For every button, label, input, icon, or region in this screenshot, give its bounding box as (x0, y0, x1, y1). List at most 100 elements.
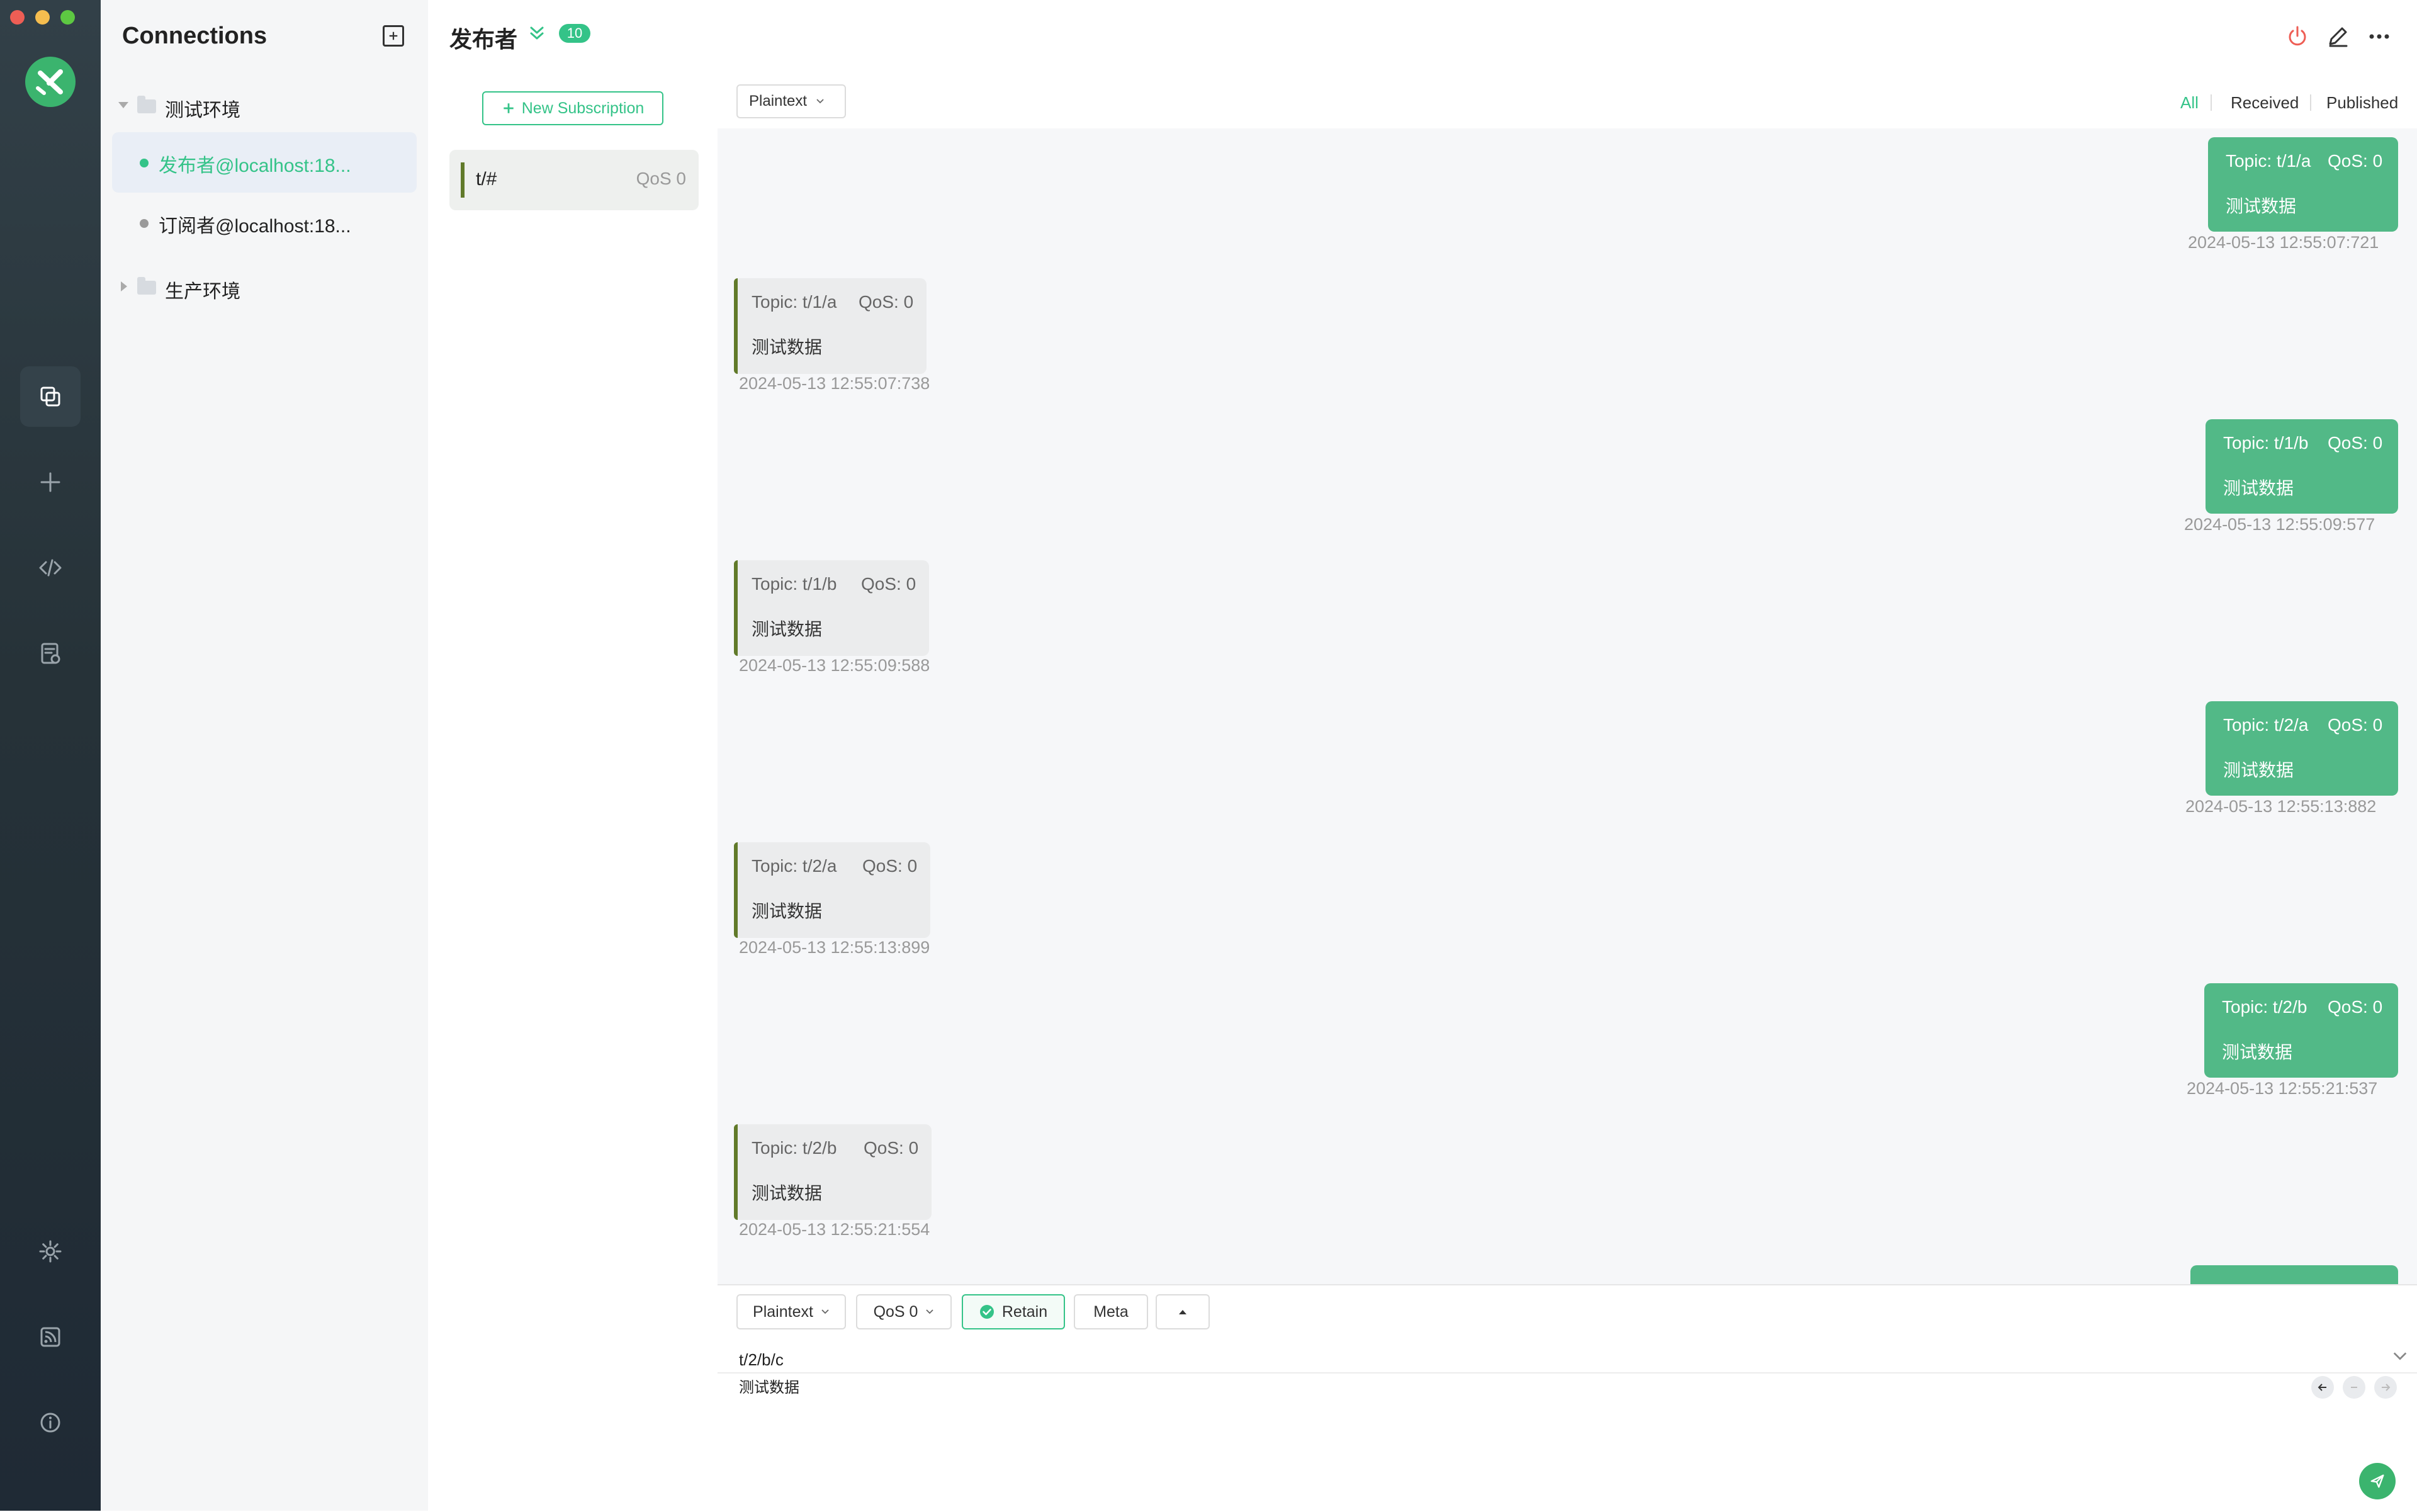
published-message-partial[interactable] (2190, 1265, 2398, 1284)
folder-icon (137, 96, 156, 113)
group-label: 测试环境 (165, 100, 240, 121)
message-qos: QoS: 0 (2328, 997, 2383, 1017)
edit-icon[interactable] (2325, 24, 2350, 49)
arrow-right-icon (2382, 1384, 2391, 1391)
new-subscription-button[interactable]: New Subscription (482, 91, 663, 125)
subscription-item[interactable]: t/# QoS 0 (449, 150, 699, 210)
message-qos: QoS: 0 (2328, 433, 2383, 453)
connections-nav-button[interactable] (20, 366, 81, 427)
message-topic: Topic: t/2/b (2222, 997, 2307, 1017)
connection-title: 发布者 (449, 26, 518, 52)
chevron-down-icon[interactable] (2392, 1348, 2408, 1365)
caret-up-icon (1179, 1310, 1186, 1314)
connection-item-subscriber[interactable]: 订阅者@localhost:18... (112, 193, 417, 253)
message-timestamp: 2024-05-13 12:55:09:588 (739, 656, 930, 675)
connection-header: 发布者 10 (428, 0, 2417, 77)
publish-payload-input[interactable]: 测试数据 (738, 1374, 2251, 1502)
message-payload: 测试数据 (752, 901, 823, 921)
window-minimize-button[interactable] (35, 10, 50, 25)
publish-topic-input[interactable] (738, 1343, 2402, 1376)
message-topic: Topic: t/1/a (752, 292, 837, 312)
meta-label: Meta (1093, 1302, 1129, 1321)
message-topic: Topic: t/2/a (2223, 715, 2309, 735)
history-back-button[interactable] (2311, 1376, 2334, 1399)
message-payload: 测试数据 (2223, 760, 2294, 780)
published-message[interactable]: Topic: t/2/a QoS: 0 测试数据 (2206, 701, 2398, 796)
subscription-color-bar (734, 560, 738, 656)
connection-name: 发布者@localhost:18... (159, 155, 351, 176)
message-topic: Topic: t/1/b (2223, 433, 2309, 453)
message-payload: 测试数据 (752, 1183, 823, 1203)
unread-badge: 10 (559, 24, 590, 43)
send-icon (2370, 1474, 2384, 1488)
received-message[interactable]: Topic: t/2/b QoS: 0 测试数据 (734, 1124, 932, 1220)
plus-icon (389, 31, 398, 40)
composer-qos-value: QoS 0 (873, 1302, 918, 1321)
window-close-button[interactable] (10, 10, 25, 25)
send-button[interactable] (2359, 1463, 2396, 1499)
code-icon (39, 559, 62, 577)
caret-down-icon (118, 102, 128, 108)
message-payload: 测试数据 (2226, 196, 2297, 216)
check-circle-icon (979, 1305, 994, 1319)
published-message[interactable]: Topic: t/1/b QoS: 0 测试数据 (2206, 419, 2398, 514)
history-forward-button[interactable] (2374, 1376, 2397, 1399)
message-topic: Topic: t/1/a (2226, 151, 2311, 171)
new-connection-nav-button[interactable] (20, 452, 81, 512)
message-list[interactable]: Topic: t/1/a QoS: 0 测试数据 2024-05-13 12:5… (718, 128, 2417, 1284)
feed-nav-button[interactable] (20, 1307, 81, 1367)
received-message[interactable]: Topic: t/1/a QoS: 0 测试数据 (734, 278, 927, 374)
message-payload: 测试数据 (752, 619, 823, 639)
message-qos: QoS: 0 (864, 1138, 919, 1158)
window-maximize-button[interactable] (60, 10, 75, 25)
composer-qos-select[interactable]: QoS 0 (856, 1294, 952, 1329)
received-message[interactable]: Topic: t/1/b QoS: 0 测试数据 (734, 560, 929, 656)
published-message[interactable]: Topic: t/2/b QoS: 0 测试数据 (2204, 983, 2398, 1078)
message-timestamp: 2024-05-13 12:55:21:537 (2187, 1079, 2378, 1098)
collapse-composer-button[interactable] (1156, 1294, 1210, 1329)
message-timestamp: 2024-05-13 12:55:09:577 (2184, 515, 2375, 534)
folder-icon (137, 277, 156, 295)
subscription-color-bar (734, 278, 738, 374)
about-nav-button[interactable] (20, 1392, 81, 1453)
gear-icon (39, 1240, 62, 1263)
history-reset-button[interactable] (2343, 1376, 2365, 1399)
disconnect-icon[interactable] (2285, 24, 2310, 49)
connection-group-testing[interactable]: 测试环境 (101, 77, 428, 133)
log-nav-button[interactable] (20, 623, 81, 684)
meta-button[interactable]: Meta (1074, 1294, 1148, 1329)
payload-format-select[interactable]: Plaintext (736, 84, 846, 118)
more-icon[interactable] (2367, 24, 2392, 49)
connection-group-production[interactable]: 生产环境 (101, 258, 428, 315)
new-group-button[interactable] (383, 25, 404, 47)
group-label: 生产环境 (165, 281, 240, 302)
retain-toggle[interactable]: Retain (962, 1294, 1065, 1329)
message-qos: QoS: 0 (859, 292, 914, 312)
settings-nav-button[interactable] (20, 1221, 81, 1282)
retain-label: Retain (1001, 1302, 1048, 1321)
script-nav-button[interactable] (20, 538, 81, 598)
message-qos: QoS: 0 (2328, 151, 2383, 171)
message-timestamp: 2024-05-13 12:55:13:882 (2185, 797, 2377, 816)
message-composer: Plaintext QoS 0 Retain Meta 测试数据 (718, 1284, 2417, 1512)
filter-tab-received[interactable]: Received (2231, 93, 2299, 113)
filter-divider (2211, 94, 2212, 111)
connection-item-publisher[interactable]: 发布者@localhost:18... (112, 132, 417, 193)
subscription-color-bar (734, 842, 738, 938)
arrow-left-icon (2318, 1384, 2326, 1391)
message-topic: Topic: t/1/b (752, 574, 837, 594)
mqttx-logo-icon (25, 57, 76, 107)
composer-format-value: Plaintext (753, 1302, 813, 1321)
double-chevron-down-icon[interactable] (526, 23, 548, 44)
published-message[interactable]: Topic: t/1/a QoS: 0 测试数据 (2208, 137, 2398, 232)
composer-format-select[interactable]: Plaintext (736, 1294, 846, 1329)
subscription-color-bar (734, 1124, 738, 1220)
message-toolbar: Plaintext All Received Published (718, 76, 2417, 130)
received-message[interactable]: Topic: t/2/a QoS: 0 测试数据 (734, 842, 930, 938)
filter-tab-published[interactable]: Published (2326, 93, 2398, 113)
rss-icon (40, 1327, 60, 1347)
payload-format-value: Plaintext (749, 93, 808, 110)
message-payload: 测试数据 (2223, 478, 2294, 498)
filter-tab-all[interactable]: All (2180, 93, 2199, 113)
subscription-topic: t/# (476, 169, 497, 189)
